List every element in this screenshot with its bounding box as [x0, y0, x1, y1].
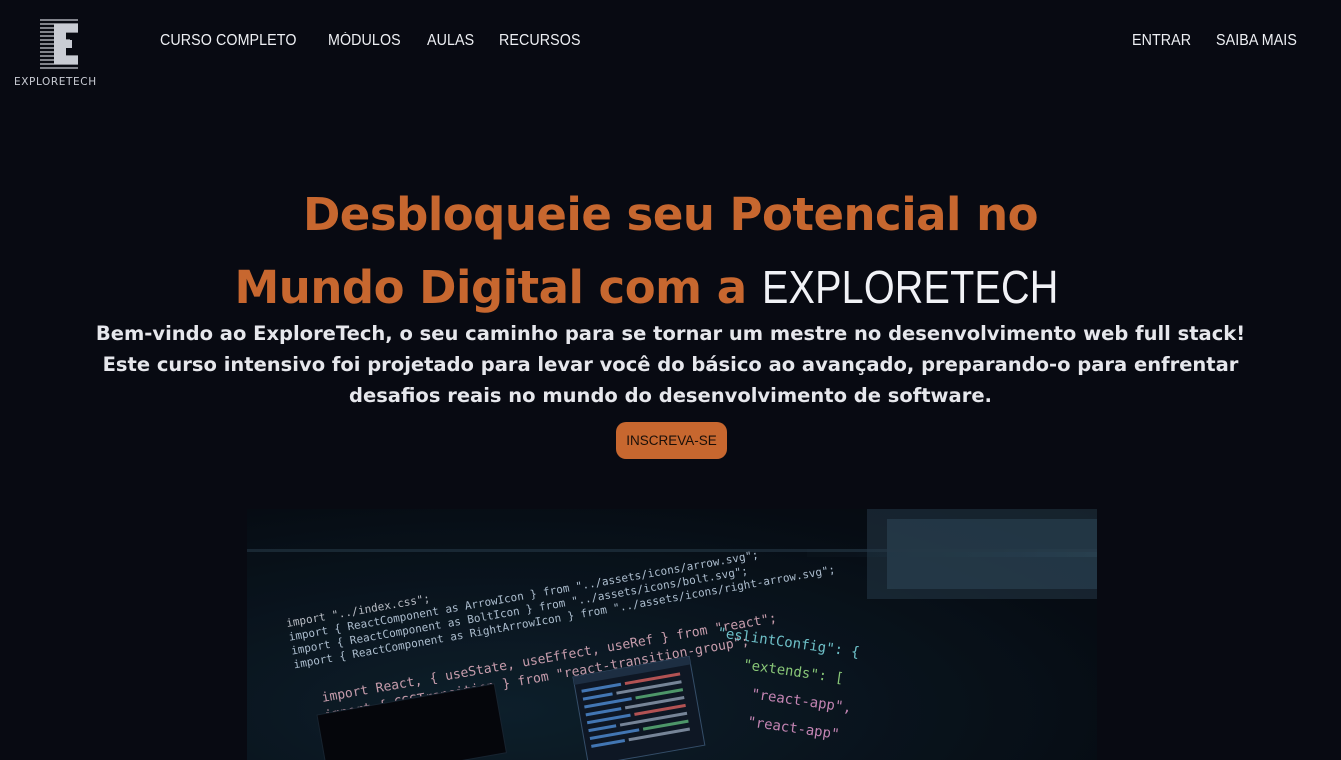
hero-title-line2: Mundo Digital com a	[234, 261, 748, 314]
hero-subtitle: Bem-vindo ao ExploreTech, o seu caminho …	[95, 322, 1246, 407]
nav-entrar[interactable]: ENTRAR	[1132, 32, 1191, 50]
subscribe-button[interactable]: INSCREVA-SE	[616, 422, 727, 459]
nav-modulos[interactable]: MÓDULOS	[328, 32, 401, 50]
account-nav: ENTRAR SAIBA MAIS	[1132, 32, 1304, 50]
hero-code-image: import "../index.css"; import { ReactCom…	[247, 509, 1097, 760]
logo-e-icon	[40, 19, 78, 69]
nav-aulas[interactable]: AULAS	[427, 32, 474, 50]
logo[interactable]: EXPLORETECH	[14, 18, 108, 90]
nav-curso-completo[interactable]: CURSO COMPLETO	[160, 32, 297, 50]
logo-text: EXPLORETECH	[14, 76, 97, 88]
site-header: EXPLORETECH CURSO COMPLETO MÓDULOS AULAS…	[0, 0, 1341, 95]
main-nav: CURSO COMPLETO MÓDULOS AULAS RECURSOS	[160, 32, 587, 50]
nav-recursos[interactable]: RECURSOS	[499, 32, 581, 50]
nav-saiba-mais[interactable]: SAIBA MAIS	[1216, 32, 1297, 50]
code-screen-illustration: import "../index.css"; import { ReactCom…	[247, 509, 1097, 760]
hero-title-brand: EXPLORETECH	[761, 261, 1059, 313]
hero-title-line1: Desbloqueie seu Potencial no	[302, 188, 1039, 241]
hero-title: Desbloqueie seu Potencial no Mundo Digit…	[0, 178, 1341, 324]
